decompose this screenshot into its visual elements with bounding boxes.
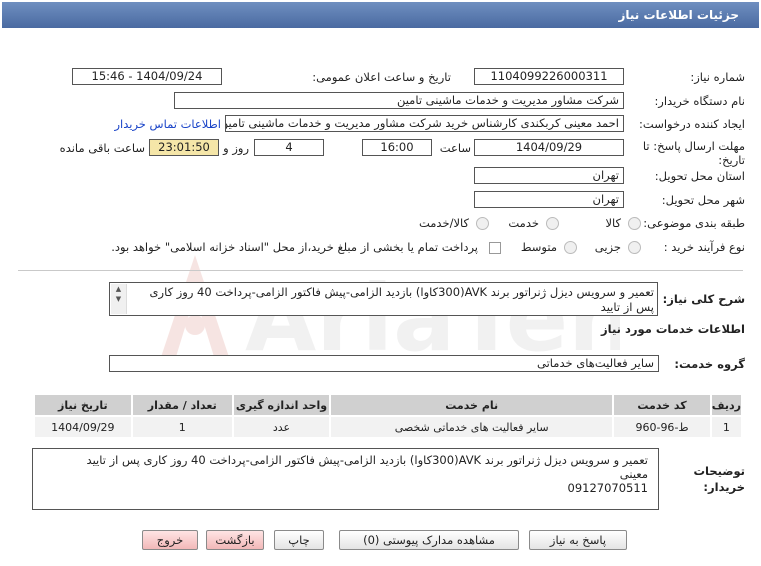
- days-field: 4: [254, 139, 324, 156]
- buyer-org-field: شرکت مشاور مدیریت و خدمات ماشینی تامین: [174, 92, 624, 109]
- reply-button[interactable]: پاسخ به نیاز: [529, 530, 627, 550]
- services-table: ردیف کد خدمت نام خدمت واحد اندازه گیری ت…: [33, 393, 744, 439]
- contact-buyer-link[interactable]: اطلاعات تماس خریدار: [114, 117, 221, 131]
- summary-text: تعمیر و سرویس دیزل ژنراتور برند AVK(300ک…: [149, 285, 654, 314]
- purchase-radio-minor[interactable]: [628, 241, 641, 254]
- summary-box: تعمیر و سرویس دیزل ژنراتور برند AVK(300ک…: [109, 282, 658, 316]
- view-documents-button[interactable]: مشاهده مدارک پیوستی (0): [339, 530, 519, 550]
- buyer-notes-line-1: تعمیر و سرویس دیزل ژنراتور برند AVK(300ک…: [86, 453, 648, 467]
- deadline-label: مهلت ارسال پاسخ: تا: [642, 139, 745, 153]
- buyer-notes-text: تعمیر و سرویس دیزل ژنراتور برند AVK(300ک…: [43, 453, 648, 495]
- col-header-quantity: تعداد / مقدار: [130, 393, 234, 417]
- col-header-row-number: ردیف: [709, 393, 744, 417]
- divider: [18, 270, 743, 271]
- cell-service-code: ط-96-960: [612, 415, 712, 439]
- cell-service-name: سایر فعالیت های خدماتی شخصی: [329, 415, 615, 439]
- scroll-down-icon[interactable]: ▼: [111, 294, 126, 304]
- days-label: روز و: [223, 141, 249, 155]
- province-field: تهران: [474, 167, 624, 184]
- col-header-need-date: تاریخ نیاز: [33, 393, 133, 417]
- need-number-field: 1104099226000311: [474, 68, 624, 85]
- back-button[interactable]: بازگشت: [206, 530, 264, 550]
- buyer-org-label: نام دستگاه خریدار:: [654, 94, 745, 108]
- deadline-date-field: 1404/09/29: [474, 139, 624, 156]
- service-group-field: سایر فعالیت‌های خدماتی: [109, 355, 659, 372]
- treasury-payment-checkbox[interactable]: [489, 242, 501, 254]
- page-title: جزئیات اطلاعات نیاز: [2, 2, 759, 28]
- creator-label: ایجاد کننده درخواست:: [639, 117, 745, 131]
- buyer-notes-box: تعمیر و سرویس دیزل ژنراتور برند AVK(300ک…: [32, 448, 659, 510]
- exit-button[interactable]: خروج: [142, 530, 198, 550]
- summary-label: شرح کلی نیاز:: [662, 292, 745, 306]
- category-radio-goods[interactable]: [628, 217, 641, 230]
- col-header-service-code: کد خدمت: [612, 393, 712, 417]
- province-label: استان محل تحویل:: [654, 169, 745, 183]
- purchase-type-label: نوع فرآیند خرید :: [663, 240, 745, 254]
- time-label: ساعت: [439, 141, 471, 155]
- cell-quantity: 1: [130, 415, 234, 439]
- category-radio-goods-service[interactable]: [476, 217, 489, 230]
- scroll-up-icon[interactable]: ▲: [111, 284, 126, 294]
- buyer-notes-line-2: معینی: [619, 467, 648, 481]
- city-field: تهران: [474, 191, 624, 208]
- remaining-time-field: 23:01:50: [149, 139, 219, 156]
- buyer-notes-line-3: 09127070511: [567, 481, 648, 495]
- purchase-radio-medium[interactable]: [564, 241, 577, 254]
- city-label: شهر محل تحویل:: [661, 193, 745, 207]
- announce-field: 1404/09/24 - 15:46: [72, 68, 222, 85]
- category-option-goods-service: کالا/خدمت: [418, 216, 469, 230]
- services-section-title: اطلاعات خدمات مورد نیاز: [601, 322, 745, 336]
- purchase-option-medium: متوسط: [520, 240, 557, 254]
- print-button[interactable]: چاپ: [274, 530, 324, 550]
- table-row: 1 ط-96-960 سایر فعالیت های خدماتی شخصی ع…: [33, 415, 744, 439]
- purchase-option-minor: جزیی: [594, 240, 621, 254]
- cell-unit: عدد: [231, 415, 332, 439]
- deadline-label-2: تاریخ:: [718, 153, 745, 167]
- category-option-service: خدمت: [508, 216, 539, 230]
- cell-row-number: 1: [709, 415, 744, 439]
- need-number-label: شماره نیاز:: [690, 70, 745, 84]
- table-header-row: ردیف کد خدمت نام خدمت واحد اندازه گیری ت…: [33, 393, 744, 417]
- col-header-unit: واحد اندازه گیری: [231, 393, 332, 417]
- creator-field: احمد معینی کربکندی کارشناس خرید شرکت مشا…: [225, 115, 624, 132]
- cell-need-date: 1404/09/29: [33, 415, 133, 439]
- summary-scrollbar[interactable]: ▲ ▼: [111, 284, 127, 314]
- category-option-goods: کالا: [605, 216, 621, 230]
- deadline-time-field: 16:00: [362, 139, 432, 156]
- col-header-service-name: نام خدمت: [329, 393, 615, 417]
- category-label: طبقه بندی موضوعی:: [643, 216, 745, 230]
- payment-note: پرداخت تمام یا بخشی از مبلغ خرید،از محل …: [111, 240, 478, 254]
- remaining-label: ساعت باقی مانده: [59, 141, 145, 155]
- category-radio-service[interactable]: [546, 217, 559, 230]
- service-group-label: گروه خدمت:: [674, 357, 745, 371]
- buyer-notes-label: توضیحات: [693, 464, 746, 478]
- announce-label: تاریخ و ساعت اعلان عمومی:: [312, 70, 451, 84]
- buyer-notes-label-2: خریدار:: [703, 480, 745, 494]
